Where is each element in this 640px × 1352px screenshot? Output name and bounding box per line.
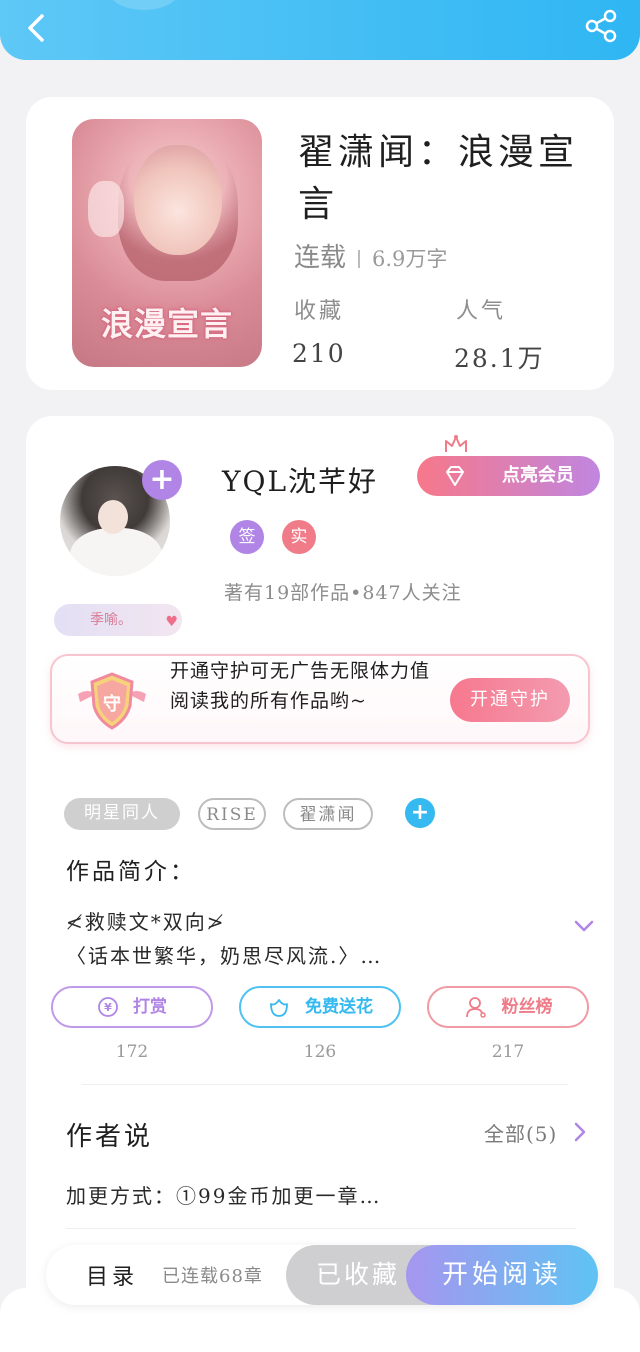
yen-coin-icon: ¥ bbox=[98, 997, 118, 1017]
intro-line: 〈话本世繁华，奶思尽风流.〉… bbox=[66, 944, 383, 968]
author-detail-card: + YQL沈芊好 签 实 点亮会员 著有19部作品•847人关注 季喻。 ♥ 守… bbox=[26, 416, 614, 1336]
send-flower-label: 免费送花 bbox=[305, 997, 373, 1017]
open-guard-button[interactable]: 开通守护 bbox=[450, 678, 570, 722]
share-icon[interactable] bbox=[584, 8, 620, 44]
book-cover[interactable]: 浪漫宣言 bbox=[72, 119, 262, 367]
author-say-all-link[interactable]: 全部(5) bbox=[484, 1118, 557, 1147]
fan-ranking-button[interactable]: 粉丝榜 bbox=[427, 986, 589, 1028]
shield-wings-icon: 守 bbox=[78, 672, 146, 730]
reward-label: 打赏 bbox=[133, 997, 167, 1017]
author-say-heading: 作者说 bbox=[66, 1122, 154, 1152]
favorites-label: 收藏 bbox=[294, 299, 345, 324]
diamond-icon bbox=[446, 466, 464, 486]
intro-line: ≮救赎文*双向≯ bbox=[66, 910, 226, 934]
vip-membership-button[interactable]: 点亮会员 bbox=[417, 456, 600, 496]
flower-count: 126 bbox=[303, 1042, 337, 1062]
guard-badge-char: 守 bbox=[103, 693, 121, 715]
bottom-action-bar: 目录 已连载68章 已收藏 开始阅读 bbox=[46, 1245, 598, 1305]
popularity-label: 人气 bbox=[456, 299, 507, 324]
author-works-follow-count: 著有19部作品•847人关注 bbox=[224, 582, 462, 604]
add-tag-button[interactable]: + bbox=[405, 798, 435, 828]
user-icon bbox=[465, 997, 486, 1018]
fan-count: 217 bbox=[491, 1042, 525, 1062]
book-info-card: 浪漫宣言 翟潇闻：浪漫宣言 连载 6.9万字 收藏 人气 210 28.1万 bbox=[26, 97, 614, 390]
word-count: 6.9万字 bbox=[372, 247, 448, 271]
tag-pill[interactable]: RISE bbox=[198, 798, 266, 830]
follow-plus-button[interactable]: + bbox=[142, 460, 182, 500]
serial-chapter-count[interactable]: 已连载68章 bbox=[162, 1262, 263, 1288]
avatar-coat bbox=[70, 528, 162, 576]
fan-ranking-label: 粉丝榜 bbox=[501, 997, 553, 1017]
cover-small-figure bbox=[88, 181, 124, 237]
vip-button-label: 点亮会员 bbox=[502, 465, 574, 486]
serial-status: 连载 bbox=[294, 243, 347, 273]
svg-text:¥: ¥ bbox=[104, 1001, 112, 1014]
status-separator bbox=[358, 250, 361, 268]
favorites-value: 210 bbox=[292, 339, 346, 368]
table-of-contents-button[interactable]: 目录 bbox=[86, 1259, 138, 1291]
signed-badge: 签 bbox=[230, 520, 264, 554]
author-name[interactable]: YQL沈芊好 bbox=[222, 460, 378, 500]
crown-icon bbox=[445, 435, 467, 452]
heart-icon: ♥ bbox=[165, 614, 178, 630]
back-arrow-icon[interactable] bbox=[20, 10, 56, 46]
avatar-face bbox=[98, 500, 128, 534]
intro-heading: 作品简介： bbox=[66, 859, 196, 885]
reward-count: 172 bbox=[115, 1042, 149, 1062]
top-bar bbox=[0, 0, 640, 60]
cover-figure-face bbox=[134, 145, 222, 255]
author-say-text[interactable]: 加更方式：①99金币加更一章… bbox=[66, 1180, 381, 1209]
flower-icon bbox=[270, 999, 288, 1017]
popularity-value: 28.1万 bbox=[454, 344, 545, 373]
start-reading-button[interactable]: 开始阅读 bbox=[406, 1245, 598, 1305]
send-flower-button[interactable]: 免费送花 bbox=[239, 986, 401, 1028]
guard-promo-banner: 守 开通守护可无广告无限体力值阅读我的所有作品哟~ 开通守护 bbox=[50, 654, 590, 744]
section-divider bbox=[82, 1084, 568, 1085]
section-divider bbox=[66, 1228, 576, 1229]
sticker-text: 季喻。 bbox=[90, 612, 132, 628]
book-status-row: 连载 6.9万字 bbox=[294, 237, 447, 274]
reward-button[interactable]: ¥ 打赏 bbox=[51, 986, 213, 1028]
cover-title: 浪漫宣言 bbox=[100, 305, 233, 343]
tag-pill[interactable]: 翟潇闻 bbox=[283, 798, 373, 830]
decorative-bubble bbox=[108, 0, 180, 10]
tag-pill[interactable]: 明星同人 bbox=[64, 798, 180, 830]
verified-badge: 实 bbox=[282, 520, 316, 554]
chevron-right-icon[interactable] bbox=[572, 1120, 588, 1144]
book-title: 翟潇闻：浪漫宣言 bbox=[298, 132, 579, 225]
chevron-down-icon[interactable] bbox=[572, 914, 596, 938]
author-signature-sticker: 季喻。 ♥ bbox=[54, 604, 182, 636]
guard-promo-text: 开通守护可无广告无限体力值阅读我的所有作品哟~ bbox=[170, 660, 431, 712]
